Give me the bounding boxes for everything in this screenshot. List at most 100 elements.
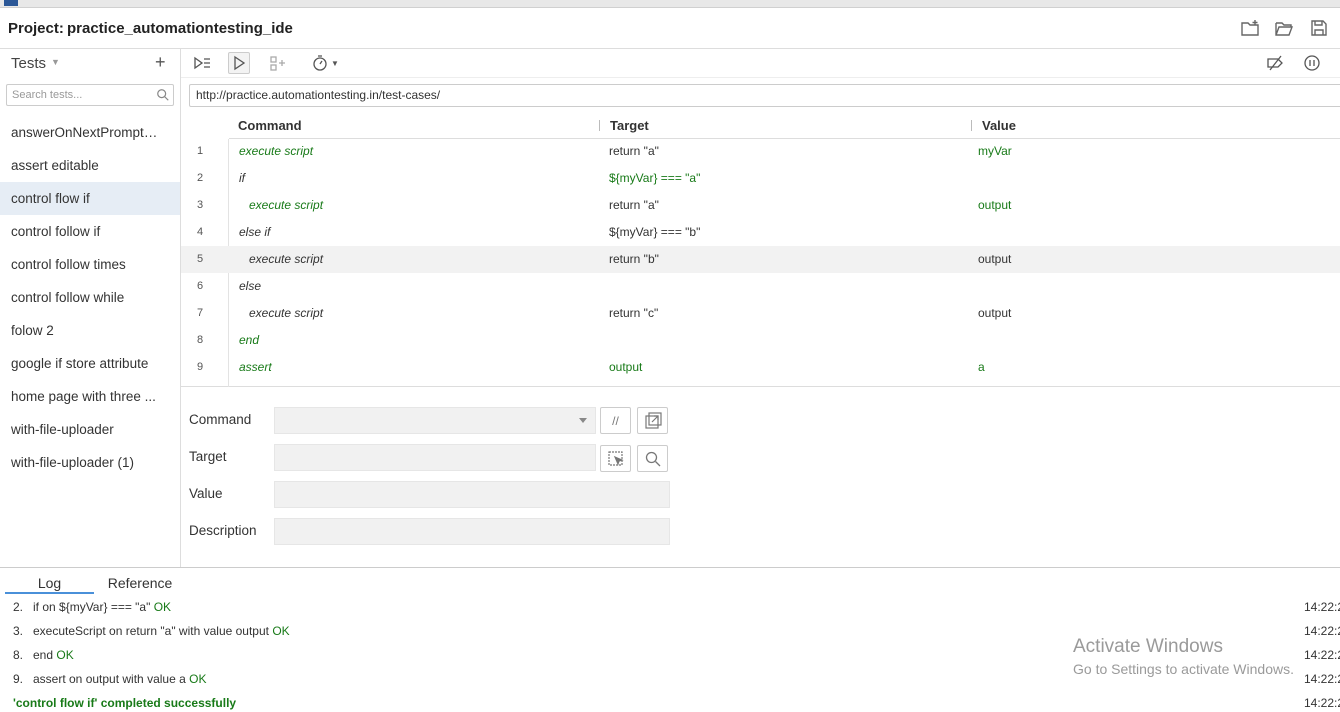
open-project-icon[interactable] <box>1274 18 1296 40</box>
row-target: return "b" <box>609 252 659 266</box>
description-input[interactable] <box>274 518 670 545</box>
find-target-button[interactable] <box>637 445 668 472</box>
project-name[interactable]: practice_automationtesting_ide <box>67 20 293 37</box>
tests-dropdown[interactable]: Tests <box>11 55 46 72</box>
test-item[interactable]: home page with three ... <box>0 380 180 413</box>
log-entry: 2. if on ${myVar} === "a" OK 14:22:2 <box>0 595 1340 619</box>
command-table: Command Target Value 1 execute script re… <box>181 113 1340 387</box>
row-number: 9 <box>196 361 204 373</box>
target-input[interactable] <box>274 444 596 471</box>
test-item[interactable]: control follow times <box>0 248 180 281</box>
command-rows: 1 execute script return "a" myVar 2 if $… <box>181 138 1340 381</box>
main-panel: ▼ http://practice.automationtesting.in/t… <box>181 49 1340 567</box>
tests-sidebar: Tests ▼ + answerOnNextPrompt ... assert … <box>0 49 181 567</box>
toolbar: ▼ <box>181 49 1340 78</box>
project-label: Project: <box>8 20 64 37</box>
run-all-tests-icon[interactable] <box>191 52 213 74</box>
row-number: 4 <box>196 226 204 238</box>
table-row[interactable]: 4 else if ${myVar} === "b" <box>181 219 1340 246</box>
test-list: answerOnNextPrompt ... assert editable c… <box>0 116 180 479</box>
comment-toggle-button[interactable]: // <box>600 407 631 434</box>
caret-down-icon[interactable]: ▼ <box>51 57 60 67</box>
watermark-subtitle: Go to Settings to activate Windows. <box>1073 661 1294 677</box>
open-reference-button[interactable] <box>637 407 668 434</box>
pause-icon[interactable] <box>1301 52 1323 74</box>
row-number: 6 <box>196 280 204 292</box>
row-number: 5 <box>196 253 204 265</box>
speed-timer-icon[interactable] <box>309 52 331 74</box>
row-command: else if <box>239 225 271 239</box>
search-tests-input[interactable] <box>7 85 147 105</box>
step-over-icon[interactable] <box>267 52 289 74</box>
value-input[interactable] <box>274 481 670 508</box>
table-row-highlighted[interactable]: 5 execute script return "b" output <box>181 246 1340 273</box>
row-target: return "a" <box>609 198 659 212</box>
log-time: 14:22:2 <box>1304 648 1340 662</box>
log-time: 14:22:2 <box>1304 624 1340 638</box>
save-project-icon[interactable] <box>1309 18 1331 40</box>
row-command: execute script <box>249 198 324 212</box>
command-editor: Command // Target Value Description <box>181 388 1340 567</box>
row-value: output <box>978 198 1012 212</box>
select-target-button[interactable] <box>600 445 631 472</box>
log-status: OK <box>272 624 290 638</box>
test-item-selected[interactable]: control flow if <box>0 182 180 215</box>
command-select[interactable] <box>274 407 596 434</box>
row-command: execute script <box>249 252 324 266</box>
description-label: Description <box>189 523 257 538</box>
table-row[interactable]: 9 assert output a <box>181 354 1340 381</box>
test-item[interactable]: folow 2 <box>0 314 180 347</box>
command-label: Command <box>189 412 252 427</box>
log-number: 9. <box>13 672 24 686</box>
column-header-value: Value <box>982 118 1016 133</box>
column-header-target: Target <box>610 118 649 133</box>
test-item[interactable]: with-file-uploader <box>0 413 180 446</box>
log-text: assert on output with value a OK <box>33 672 207 686</box>
speed-caret-icon[interactable]: ▼ <box>330 52 340 74</box>
row-command: execute script <box>249 306 324 320</box>
test-item[interactable]: google if store attribute <box>0 347 180 380</box>
table-row[interactable]: 2 if ${myVar} === "a" <box>181 165 1340 192</box>
row-target: return "c" <box>609 306 659 320</box>
add-test-icon[interactable]: + <box>155 52 166 73</box>
row-command: end <box>239 333 260 347</box>
search-box <box>6 84 174 106</box>
tab-log[interactable]: Log <box>5 572 94 594</box>
table-row[interactable]: 3 execute script return "a" output <box>181 192 1340 219</box>
run-current-test-icon[interactable] <box>228 52 250 74</box>
log-time: 14:22:2 <box>1304 672 1340 686</box>
row-number: 1 <box>196 145 204 157</box>
target-label: Target <box>189 449 227 464</box>
log-text: if on ${myVar} === "a" OK <box>33 600 172 614</box>
tab-reference[interactable]: Reference <box>95 572 185 594</box>
table-row[interactable]: 1 execute script return "a" myVar <box>181 138 1340 165</box>
log-status: OK <box>189 672 207 686</box>
watermark-title: Activate Windows <box>1073 636 1223 657</box>
row-command: assert <box>239 360 272 374</box>
row-target: ${myVar} === "a" <box>609 171 701 185</box>
project-header: Project: practice_automationtesting_ide <box>0 8 1340 49</box>
column-divider[interactable] <box>971 120 972 131</box>
new-project-icon[interactable] <box>1240 18 1262 40</box>
row-command: if <box>239 171 245 185</box>
log-status: OK <box>153 600 172 614</box>
test-item[interactable]: control follow while <box>0 281 180 314</box>
test-item[interactable]: with-file-uploader (1) <box>0 446 180 479</box>
base-url-input[interactable]: http://practice.automationtesting.in/tes… <box>189 84 1340 107</box>
test-item[interactable]: answerOnNextPrompt ... <box>0 116 180 149</box>
log-time: 14:22:2 <box>1304 696 1340 710</box>
test-item[interactable]: assert editable <box>0 149 180 182</box>
search-icon[interactable] <box>156 88 170 102</box>
table-row[interactable]: 7 execute script return "c" output <box>181 300 1340 327</box>
test-item[interactable]: control follow if <box>0 215 180 248</box>
table-row[interactable]: 6 else <box>181 273 1340 300</box>
row-number: 2 <box>196 172 204 184</box>
disable-breakpoints-icon[interactable] <box>1264 52 1286 74</box>
column-divider[interactable] <box>599 120 600 131</box>
log-time: 14:22:2 <box>1304 600 1340 614</box>
table-row[interactable]: 8 end <box>181 327 1340 354</box>
row-number: 3 <box>196 199 204 211</box>
log-status: OK <box>56 648 74 662</box>
sidebar-header: Tests ▼ + <box>0 49 181 79</box>
log-number: 3. <box>13 624 24 638</box>
